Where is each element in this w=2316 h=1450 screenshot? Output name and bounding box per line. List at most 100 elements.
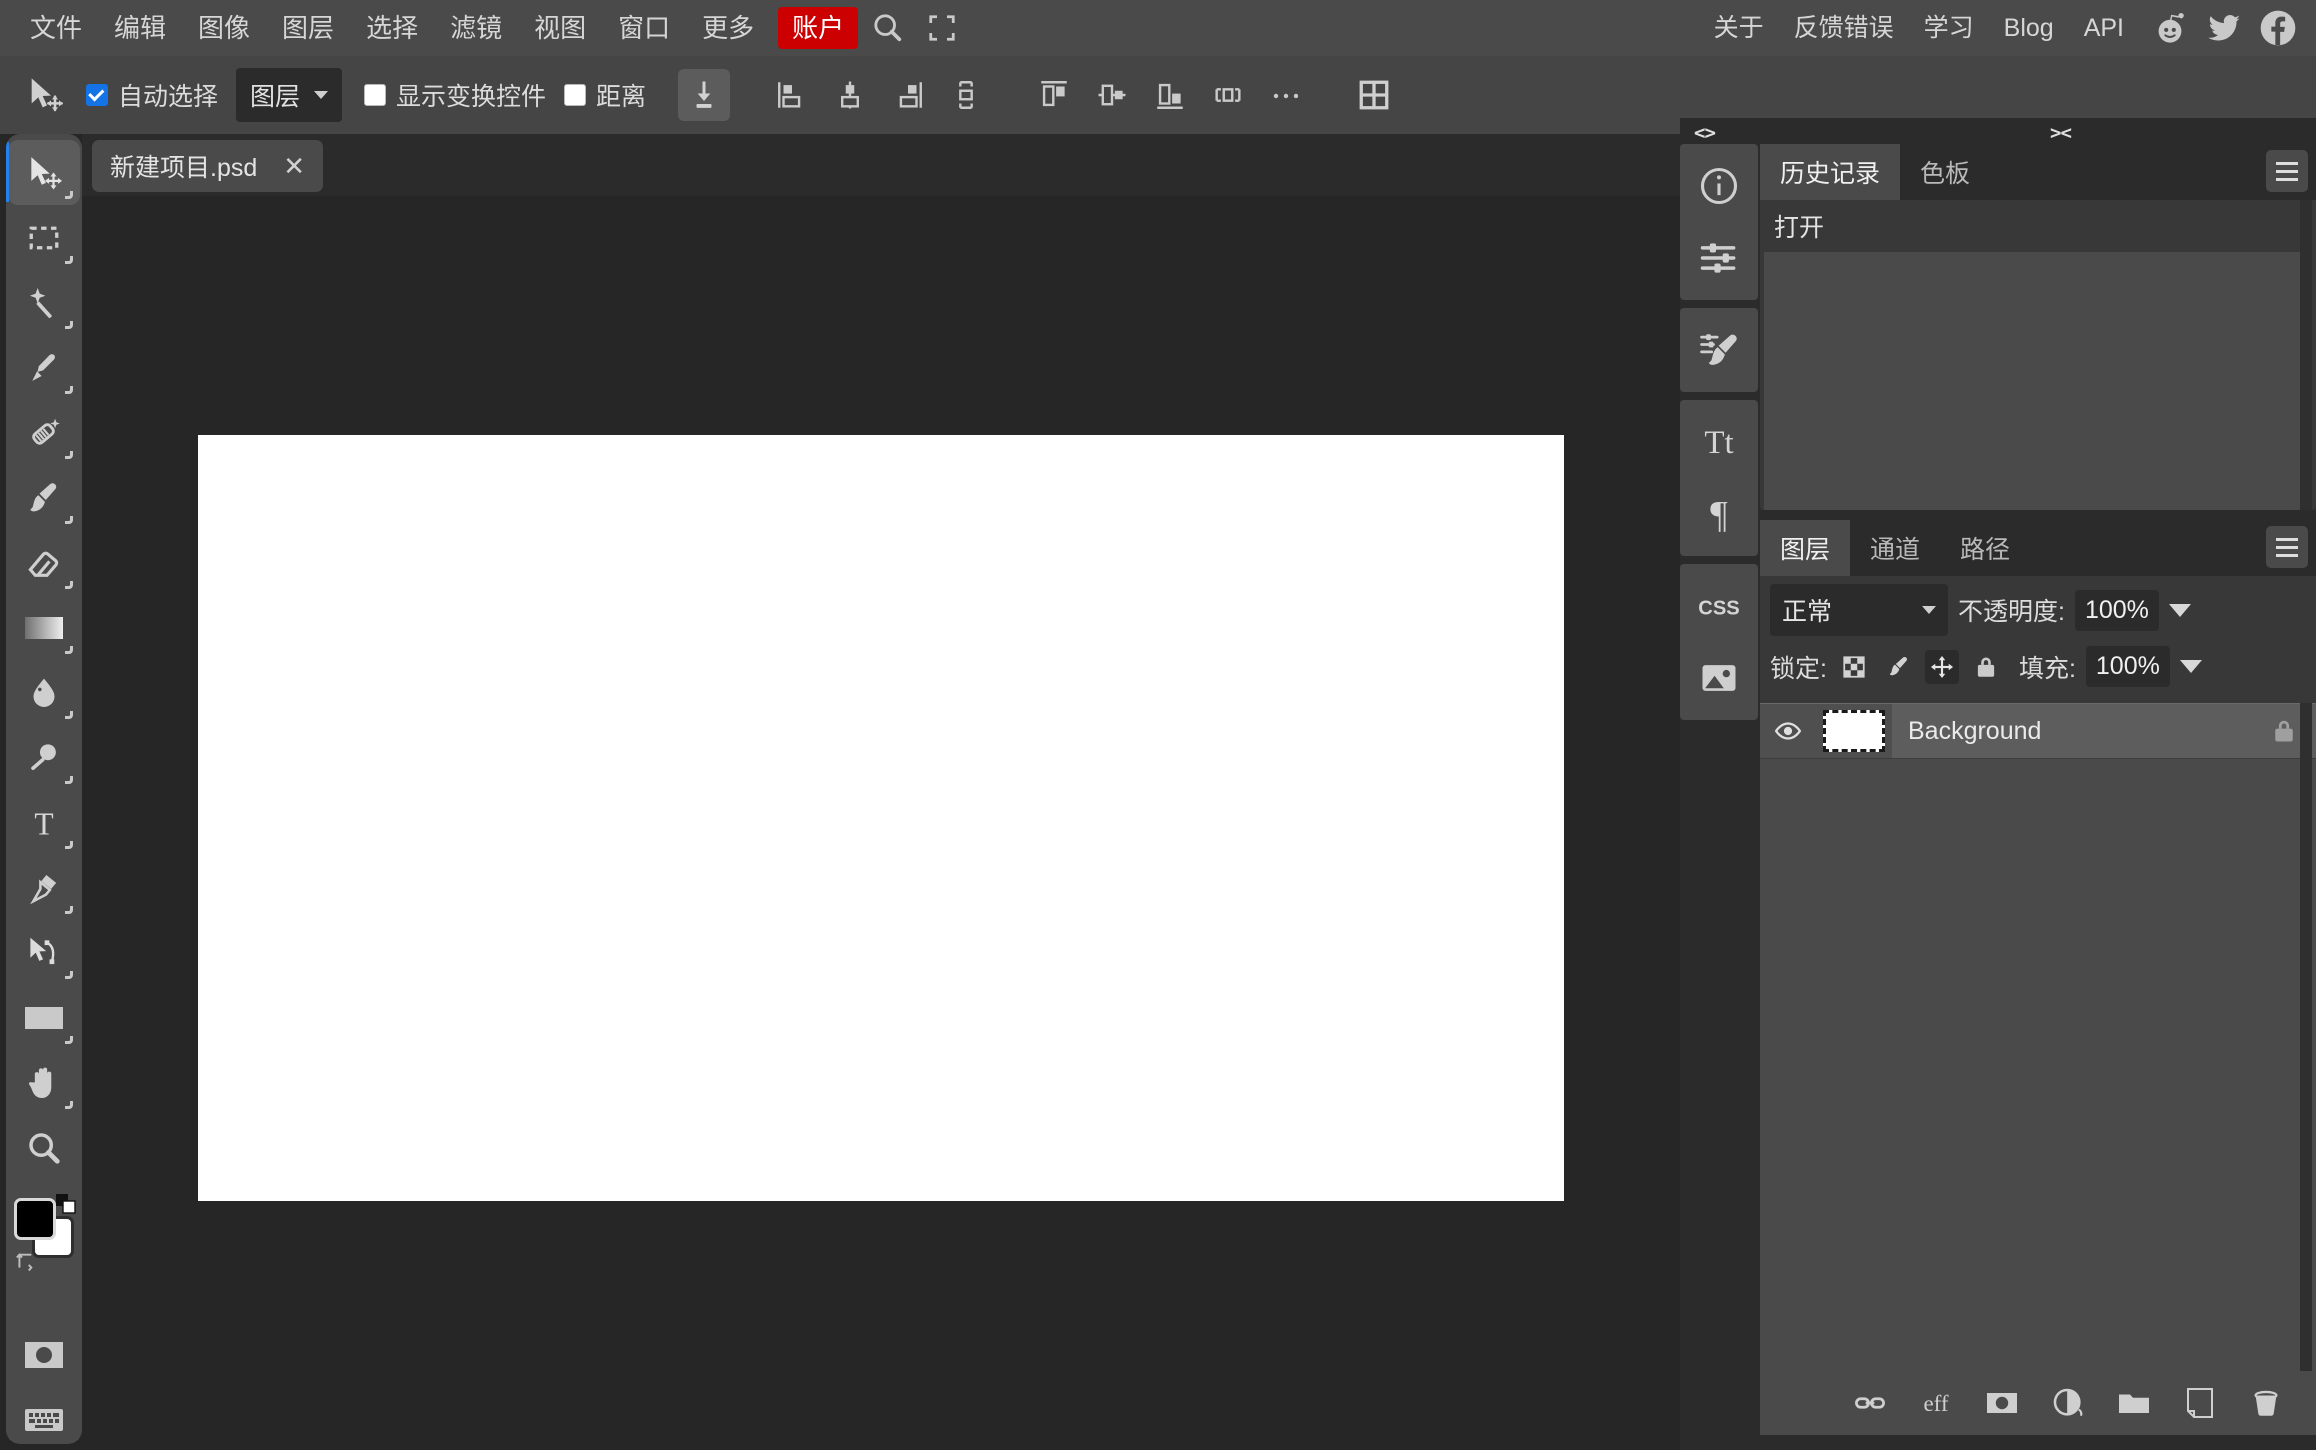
tool-brush[interactable] xyxy=(8,465,80,530)
paragraph-panel-icon[interactable]: ¶ xyxy=(1680,478,1758,550)
fill-slider-toggle-icon[interactable] xyxy=(2179,660,2202,673)
tab-layers[interactable]: 图层 xyxy=(1760,520,1851,576)
tool-dodge[interactable] xyxy=(8,725,80,790)
fill-input[interactable]: 100% xyxy=(2085,646,2170,687)
mask-icon[interactable] xyxy=(1982,1383,2022,1423)
menu-view[interactable]: 视图 xyxy=(518,7,602,49)
collapse-rail-toggle[interactable]: <> xyxy=(1694,122,1716,144)
brush-settings-panel-icon[interactable] xyxy=(1680,314,1758,386)
canvas-area[interactable] xyxy=(82,196,1680,1450)
menu-window[interactable]: 窗口 xyxy=(602,7,686,49)
layer-visibility-toggle[interactable] xyxy=(1760,704,1816,758)
menu-edit[interactable]: 编辑 xyxy=(98,7,182,49)
show-transform-checkbox-box[interactable] xyxy=(364,84,387,106)
lock-transparent-pixels-icon[interactable] xyxy=(1837,650,1871,684)
tool-type[interactable]: T xyxy=(8,790,80,855)
tool-gradient[interactable] xyxy=(8,595,80,660)
tool-path-selection[interactable] xyxy=(8,920,80,985)
menu-account[interactable]: 账户 xyxy=(778,7,859,49)
blend-mode-dropdown[interactable]: 正常 xyxy=(1770,584,1948,636)
show-transform-controls-checkbox[interactable]: 显示变换控件 xyxy=(364,77,546,113)
tool-eraser[interactable] xyxy=(8,530,80,595)
menu-filter[interactable]: 滤镜 xyxy=(434,7,518,49)
align-horizontal-centers-icon[interactable] xyxy=(824,69,876,121)
lock-position-icon[interactable] xyxy=(1924,649,1959,684)
tool-zoom[interactable] xyxy=(8,1115,80,1180)
menu-report-bug[interactable]: 反馈错误 xyxy=(1780,8,1908,49)
layer-thumbnail[interactable] xyxy=(1816,704,1892,758)
tool-move[interactable] xyxy=(6,140,80,205)
tool-blur[interactable] xyxy=(8,660,80,725)
arrange-documents-icon[interactable] xyxy=(1348,69,1400,121)
canvas-document[interactable] xyxy=(198,435,1564,1201)
auto-select-checkbox[interactable]: 自动选择 xyxy=(86,77,218,113)
fullscreen-icon[interactable] xyxy=(918,4,966,52)
tool-hand[interactable] xyxy=(8,1050,80,1115)
menu-blog[interactable]: Blog xyxy=(1990,8,2068,49)
default-colors-icon[interactable] xyxy=(54,1192,78,1216)
menu-file[interactable]: 文件 xyxy=(14,7,98,49)
tool-pen[interactable] xyxy=(8,855,80,920)
menu-layer[interactable]: 图层 xyxy=(266,7,350,49)
link-icon[interactable] xyxy=(1850,1383,1890,1423)
folder-icon[interactable] xyxy=(2114,1383,2154,1423)
menu-api[interactable]: API xyxy=(2070,8,2138,49)
new-page-icon[interactable] xyxy=(2180,1383,2220,1423)
layer-list[interactable]: Background xyxy=(1760,703,2316,1371)
align-vertical-centers-icon[interactable] xyxy=(1086,69,1138,121)
auto-select-checkbox-box[interactable] xyxy=(86,84,108,106)
menu-learn[interactable]: 学习 xyxy=(1910,8,1988,49)
layers-scrollbar[interactable] xyxy=(2300,703,2312,1371)
align-top-edges-icon[interactable] xyxy=(1028,69,1080,121)
distribute-vertical-icon[interactable] xyxy=(1202,69,1254,121)
menu-about[interactable]: 关于 xyxy=(1700,8,1778,49)
tab-channels[interactable]: 通道 xyxy=(1850,520,1940,576)
align-right-edges-icon[interactable] xyxy=(882,69,934,121)
half-circle-icon[interactable] xyxy=(2048,1383,2088,1423)
layer-name[interactable]: Background xyxy=(1892,717,2270,746)
menu-select[interactable]: 选择 xyxy=(350,7,434,49)
distance-checkbox[interactable]: 距离 xyxy=(564,77,646,113)
opacity-slider-toggle-icon[interactable] xyxy=(2168,603,2191,617)
tab-history[interactable]: 历史记录 xyxy=(1760,144,1901,200)
history-scrollbar[interactable] xyxy=(2300,200,2312,510)
foreground-color-swatch[interactable] xyxy=(14,1198,56,1240)
history-list[interactable] xyxy=(1764,252,2312,510)
lock-image-pixels-icon[interactable] xyxy=(1881,650,1915,684)
collapse-panels-toggle[interactable]: >< xyxy=(2050,122,2072,144)
tool-magic-wand[interactable] xyxy=(8,270,80,335)
reddit-icon[interactable] xyxy=(2148,6,2192,50)
quick-mask-button[interactable] xyxy=(8,1322,80,1387)
adjustments-panel-icon[interactable] xyxy=(1680,222,1758,294)
keyboard-shortcuts-button[interactable] xyxy=(8,1387,80,1444)
menu-more[interactable]: 更多 xyxy=(686,7,770,49)
tool-lasso[interactable] xyxy=(8,335,80,400)
distribute-horizontal-icon[interactable] xyxy=(940,69,992,121)
more-options-icon[interactable] xyxy=(1260,69,1312,121)
info-panel-icon[interactable] xyxy=(1680,150,1758,222)
facebook-icon[interactable] xyxy=(2256,6,2300,50)
close-icon[interactable]: ✕ xyxy=(283,153,305,179)
tool-rectangular-marquee[interactable] xyxy=(8,205,80,270)
history-item-open[interactable]: 打开 xyxy=(1760,200,2316,252)
layers-panel-menu-icon[interactable] xyxy=(2266,526,2308,568)
fx-icon[interactable]: eff xyxy=(1916,1383,1956,1423)
document-tab[interactable]: 新建项目.psd ✕ xyxy=(92,140,324,192)
search-icon[interactable] xyxy=(864,4,912,52)
opacity-input[interactable]: 100% xyxy=(2074,589,2159,631)
download-icon[interactable] xyxy=(678,69,731,121)
character-panel-icon[interactable]: Tt xyxy=(1680,406,1758,478)
menu-image[interactable]: 图像 xyxy=(182,7,266,49)
lock-all-icon[interactable] xyxy=(1969,650,2003,684)
tool-shape[interactable] xyxy=(8,985,80,1050)
history-panel-menu-icon[interactable] xyxy=(2266,150,2308,192)
image-panel-icon[interactable] xyxy=(1680,642,1758,714)
tool-spot-healing-brush[interactable] xyxy=(8,400,80,465)
tab-paths[interactable]: 路径 xyxy=(1940,520,2030,576)
twitter-icon[interactable] xyxy=(2202,6,2246,50)
align-left-edges-icon[interactable] xyxy=(766,69,818,121)
css-panel-icon[interactable]: CSS xyxy=(1680,570,1758,642)
distance-checkbox-box[interactable] xyxy=(564,84,587,106)
swap-colors-icon[interactable] xyxy=(14,1246,40,1272)
trash-icon[interactable] xyxy=(2246,1383,2286,1423)
